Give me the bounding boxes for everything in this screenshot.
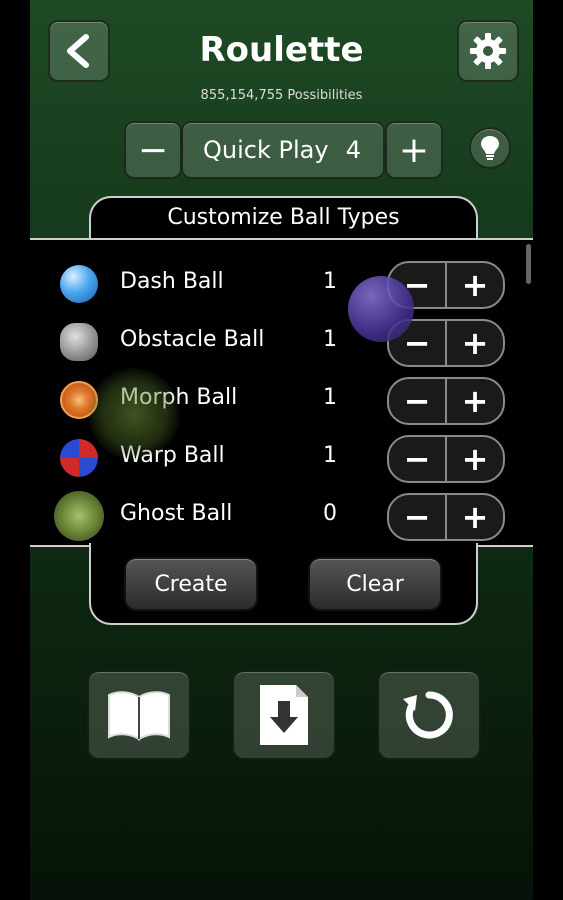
- reset-button[interactable]: [377, 670, 481, 760]
- list-item: Dash Ball 1 − +: [30, 255, 533, 313]
- ghost-ball-decoration: [88, 368, 180, 460]
- ball-stepper: − +: [387, 493, 505, 541]
- hint-button[interactable]: [469, 127, 511, 169]
- settings-button[interactable]: [457, 20, 519, 82]
- reset-icon: [403, 691, 453, 739]
- plus-icon: +: [398, 129, 430, 171]
- ball-count: 1: [323, 269, 337, 294]
- increment-button[interactable]: +: [447, 379, 503, 423]
- ball-count: 1: [323, 385, 337, 410]
- create-button[interactable]: Create: [124, 557, 258, 611]
- clear-button[interactable]: Clear: [308, 557, 442, 611]
- increment-button[interactable]: +: [447, 437, 503, 481]
- ball-count: 0: [323, 501, 337, 526]
- ball-stepper: − +: [387, 377, 505, 425]
- minus-icon: −: [137, 129, 169, 171]
- download-icon: [260, 685, 308, 745]
- customize-heading: Customize Ball Types: [89, 196, 478, 242]
- decrement-button[interactable]: −: [389, 495, 447, 539]
- ghost-ball-icon: [54, 491, 104, 541]
- decrement-button[interactable]: −: [389, 437, 447, 481]
- book-icon: [108, 691, 170, 741]
- increment-button[interactable]: +: [447, 321, 503, 365]
- lightbulb-icon: [481, 136, 499, 160]
- increment-button[interactable]: +: [447, 263, 503, 307]
- rules-book-button[interactable]: [87, 670, 191, 760]
- ball-count: 1: [323, 327, 337, 352]
- ball-name: Obstacle Ball: [120, 327, 265, 352]
- ball-count: 1: [323, 443, 337, 468]
- warp-ball-icon: [60, 439, 98, 477]
- decrement-button[interactable]: −: [389, 379, 447, 423]
- quick-play-plus-button[interactable]: +: [385, 121, 443, 179]
- gear-icon: [470, 33, 506, 69]
- ball-types-list[interactable]: Dash Ball 1 − + Obstacle Ball 1 − + Morp…: [30, 238, 533, 547]
- dash-ball-icon: [60, 265, 98, 303]
- floating-ball-decoration: [348, 276, 414, 342]
- ball-name: Ghost Ball: [120, 501, 233, 526]
- increment-button[interactable]: +: [447, 495, 503, 539]
- ball-stepper: − +: [387, 435, 505, 483]
- ball-name: Dash Ball: [120, 269, 224, 294]
- quick-play-minus-button[interactable]: −: [124, 121, 182, 179]
- list-item: Obstacle Ball 1 − +: [30, 313, 533, 371]
- list-item: Ghost Ball 0 − +: [30, 487, 533, 545]
- load-button[interactable]: [232, 670, 336, 760]
- obstacle-ball-icon: [60, 323, 98, 361]
- possibilities-count: 855,154,755 Possibilities: [200, 88, 363, 103]
- quick-play-count: 4: [345, 136, 361, 164]
- quick-play-button[interactable]: Quick Play 4: [181, 121, 385, 179]
- quick-play-label: Quick Play: [203, 136, 329, 164]
